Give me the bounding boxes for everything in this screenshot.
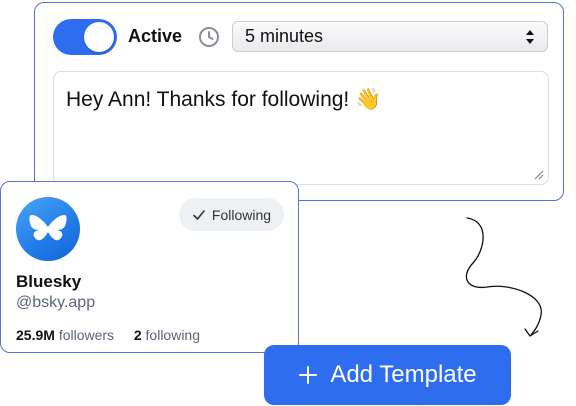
clock-icon: [199, 27, 219, 47]
check-icon: [193, 209, 205, 220]
plus-icon: [299, 366, 318, 384]
add-template-label: Add Template: [330, 361, 477, 388]
curly-arrow-icon: [465, 217, 542, 337]
following-button[interactable]: Following: [179, 198, 284, 231]
profile-handle: @bsky.app: [16, 294, 96, 311]
add-template-button[interactable]: Add Template: [264, 345, 511, 405]
delay-select[interactable]: 5 minutes: [232, 21, 548, 52]
message-text: Hey Ann! Thanks for following! 👋: [66, 88, 382, 111]
butterfly-icon: [29, 215, 67, 241]
profile-stats: 25.9M followers 2 following: [16, 327, 200, 343]
profile-name: Bluesky: [16, 272, 82, 291]
active-label: Active: [128, 26, 183, 46]
resize-handle-icon[interactable]: [532, 168, 544, 180]
profile-card: Following Bluesky @bsky.app 25.9M follow…: [0, 181, 299, 353]
toggle-knob: [84, 22, 114, 52]
following-count-label: following: [145, 327, 201, 343]
active-toggle[interactable]: [53, 19, 117, 55]
template-editor-card: Active 5 minutes Hey Ann! Thanks for fol…: [34, 2, 564, 201]
delay-select-value: 5 minutes: [245, 26, 324, 46]
followers-count: 25.9M: [16, 327, 55, 343]
select-arrows-icon: [526, 29, 534, 44]
followers-label: followers: [58, 327, 115, 343]
message-textarea[interactable]: Hey Ann! Thanks for following! 👋: [53, 71, 549, 185]
avatar: [16, 197, 80, 261]
following-button-label: Following: [211, 206, 272, 223]
following-count: 2: [133, 327, 142, 343]
